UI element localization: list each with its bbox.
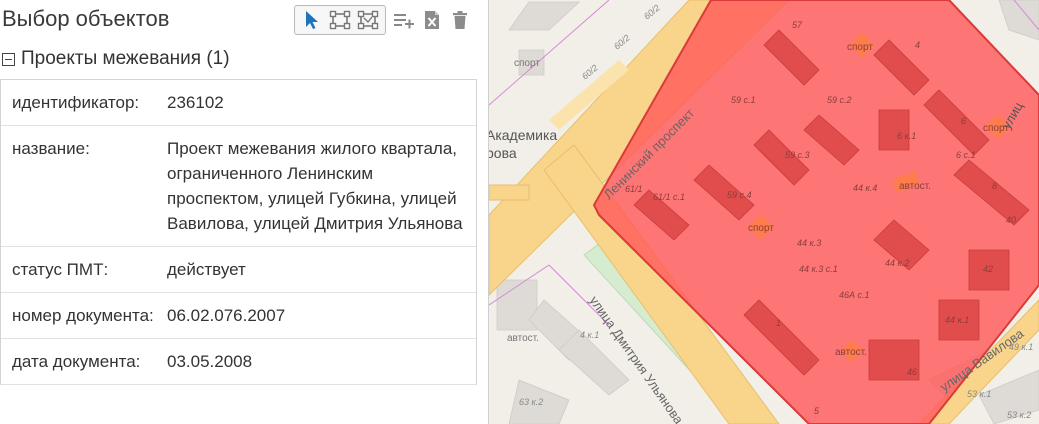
street-label-akademika: Академика <box>489 127 557 143</box>
house-number-label: 6 <box>961 116 966 126</box>
attribute-value: 06.02.076.2007 <box>167 306 286 325</box>
attribute-key: номер документа: <box>12 306 154 325</box>
attribute-key: статус ПМТ: <box>12 260 109 279</box>
house-number-label: 53 к.1 <box>967 389 991 399</box>
house-number-label: 59 с.4 <box>727 190 752 200</box>
attribute-value: действует <box>167 260 246 279</box>
house-number-label: 1 <box>776 318 781 328</box>
map-view[interactable]: Ленинский проспект улица Дмитрия Ульянов… <box>489 0 1039 424</box>
house-number-label: 46 <box>907 367 917 377</box>
house-number-label: 44 к.1 <box>945 315 969 325</box>
house-number-label: 40 <box>1006 215 1016 225</box>
poi-sport-label: спорт <box>514 58 540 69</box>
attribute-value: 236102 <box>167 93 224 112</box>
house-number-label: 57 <box>792 20 803 30</box>
section-title: Проекты межевания (1) <box>21 48 230 69</box>
house-number-label: 6 с.1 <box>956 150 976 160</box>
house-number-label: 61/1 с.1 <box>653 192 685 202</box>
attribute-value: 03.05.2008 <box>167 352 253 371</box>
export-excel-button[interactable] <box>418 6 446 34</box>
selection-toolbar <box>294 5 474 35</box>
house-number-label: 53 к.2 <box>1007 410 1031 420</box>
attribute-key: название: <box>12 139 90 158</box>
house-number-label: 4 к.1 <box>580 330 599 340</box>
house-number-label: 6 к.1 <box>897 131 916 141</box>
poi-sport-label: спорт <box>847 42 873 53</box>
side-road <box>489 184 530 201</box>
collapse-minus-icon[interactable] <box>2 52 15 66</box>
house-number-label: 42 <box>983 264 993 274</box>
house-number-label: 61/1 <box>625 184 643 194</box>
trash-icon <box>453 11 467 29</box>
house-number-label: 44 к.4 <box>853 183 877 193</box>
poi-parking-label: автост. <box>835 347 867 358</box>
select-tool-button[interactable] <box>298 6 326 34</box>
house-number-label: 4 <box>915 40 920 50</box>
street-label-akademika-2: рова <box>489 145 517 161</box>
selection-mode-group <box>294 5 386 35</box>
house-number-label: 59 с.1 <box>731 95 756 105</box>
map-canvas[interactable]: Ленинский проспект улица Дмитрия Ульянов… <box>489 0 1039 424</box>
house-number-label: 59 с.3 <box>785 150 810 160</box>
house-number-label: 46А с.1 <box>839 290 870 300</box>
polygon-select-button[interactable] <box>354 6 382 34</box>
section-header-pmt[interactable]: Проекты межевания (1) <box>2 48 230 70</box>
house-number-label: 44 к.2 <box>885 258 909 268</box>
attribute-row: статус ПМТ: действует <box>1 247 476 293</box>
poi-sport-label: спорт <box>748 223 774 234</box>
house-number-label: 8 <box>992 181 997 191</box>
panel-title: Выбор объектов <box>2 6 170 31</box>
house-number-label: 44 к.3 <box>797 238 821 248</box>
poi-parking-label: автост. <box>507 333 539 344</box>
box-select-button[interactable] <box>326 6 354 34</box>
list-add-icon <box>394 14 414 29</box>
attribute-row: название: Проект межевания жилого кварта… <box>1 126 476 247</box>
excel-file-icon <box>425 11 439 29</box>
poi-sport-label: спорт <box>983 123 1009 134</box>
box-select-icon <box>329 10 351 30</box>
poi-parking-label: автост. <box>899 181 931 192</box>
house-number-label: 44 к.3 с.1 <box>799 264 838 274</box>
add-to-list-button[interactable] <box>390 6 418 34</box>
attribute-value: Проект межевания жилого квартала, ограни… <box>167 139 463 233</box>
delete-button[interactable] <box>446 6 474 34</box>
house-number-label: 49 к.1 <box>1009 342 1033 352</box>
attribute-table: идентификатор: 236102 название: Проект м… <box>0 79 477 385</box>
attribute-key: идентификатор: <box>12 93 140 112</box>
attribute-key: дата документа: <box>12 352 141 371</box>
cursor-arrow-icon <box>306 11 318 29</box>
attribute-row: номер документа: 06.02.076.2007 <box>1 293 476 339</box>
attribute-row: идентификатор: 236102 <box>1 80 476 126</box>
object-selection-panel: Выбор объектов Проекты межевания (1) иде… <box>0 0 489 424</box>
polygon-select-icon <box>357 10 379 30</box>
house-number-label: 59 с.2 <box>827 95 852 105</box>
house-number-label: 63 к.2 <box>519 397 543 407</box>
attribute-row: дата документа: 03.05.2008 <box>1 339 476 385</box>
